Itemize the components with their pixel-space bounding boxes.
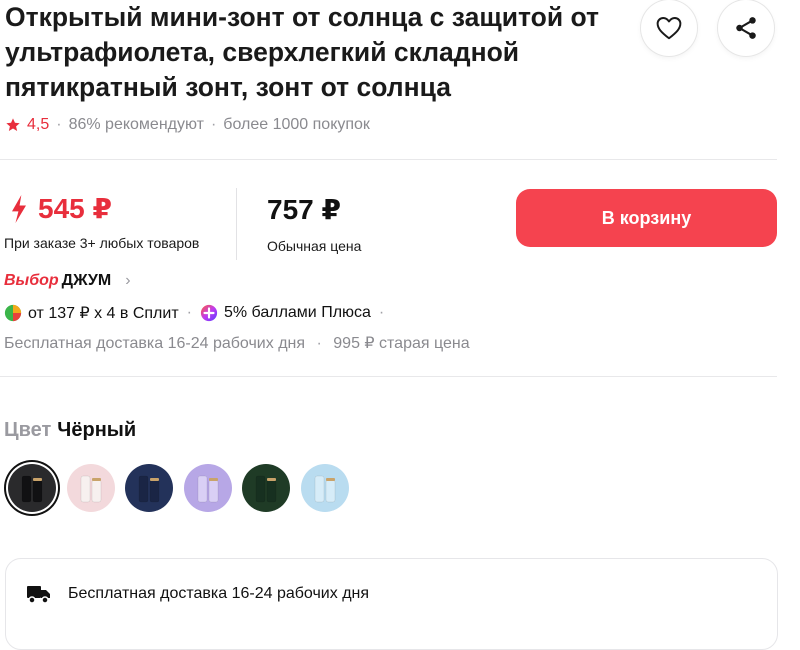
color-label: Цвет [4,419,52,441]
color-selected: Чёрный [57,419,137,441]
split-price: 545 ₽ [10,192,112,225]
plus-points-icon [200,304,218,322]
divider [0,376,777,377]
color-swatch[interactable] [183,464,232,512]
split-price-value: 545 ₽ [38,193,112,224]
separator-dot: · [210,116,217,133]
color-heading: Цвет Чёрный [4,419,136,442]
product-title: Открытый мини-зонт от солнца с защитой о… [5,2,599,102]
delivery-info: Бесплатная доставка 16-24 рабочих дня · … [4,333,470,353]
rating-summary[interactable]: 4,5 · 86% рекомендуют · более 1000 покуп… [5,116,370,134]
favorite-button[interactable] [641,0,697,56]
share-button[interactable] [718,0,774,56]
color-swatch[interactable] [8,464,56,512]
umbrella-product-icon [255,475,277,503]
purchases-text: более 1000 покупок [223,116,370,133]
recommend-text: 86% рекомендуют [68,116,204,133]
color-swatch[interactable] [242,464,290,512]
choice-badge: Выбор [4,272,59,289]
lightning-icon [10,194,28,223]
free-delivery-text: Бесплатная доставка 16-24 рабочих дня [4,335,306,352]
split-payment-text[interactable]: от 137 ₽ x 4 в Сплит [28,303,179,323]
umbrella-product-icon [197,475,218,503]
plus-points-text[interactable]: 5% баллами Плюса [224,304,371,322]
separator-dot: · [378,304,385,321]
heart-icon [656,17,682,40]
separator-dot: · [316,335,322,352]
price-divider [236,188,237,260]
delivery-card[interactable]: Бесплатная доставка 16-24 рабочих дня [5,558,778,650]
old-price-text: 995 ₽ старая цена [333,335,470,352]
payment-options: от 137 ₽ x 4 в Сплит · 5% баллами Плюса … [4,303,392,323]
regular-price: 757 ₽ [267,194,341,225]
umbrella-product-icon [80,475,101,503]
choice-badge-row[interactable]: Выбор ДЖУМ › [4,272,131,290]
choice-label: ДЖУМ [61,272,112,289]
split-icon [4,304,22,322]
separator-dot: · [186,304,192,321]
umbrella-product-icon [314,475,335,503]
umbrella-product-icon [138,475,160,503]
rating-value: 4,5 [27,116,50,133]
delivery-card-text: Бесплатная доставка 16-24 рабочих дня [68,585,370,602]
separator-dot: · [56,116,62,133]
star-icon [5,117,21,133]
regular-price-note: Обычная цена [267,238,362,254]
share-icon [736,17,756,39]
truck-icon [26,583,52,610]
umbrella-product-icon [21,475,43,503]
color-swatch[interactable] [125,464,173,512]
chevron-right-icon: › [125,272,131,289]
divider [0,159,777,160]
color-swatch[interactable] [66,464,115,512]
split-price-note: При заказе 3+ любых товаров [4,235,200,251]
add-to-cart-button[interactable]: В корзину [516,189,777,247]
color-swatch[interactable] [300,464,349,512]
